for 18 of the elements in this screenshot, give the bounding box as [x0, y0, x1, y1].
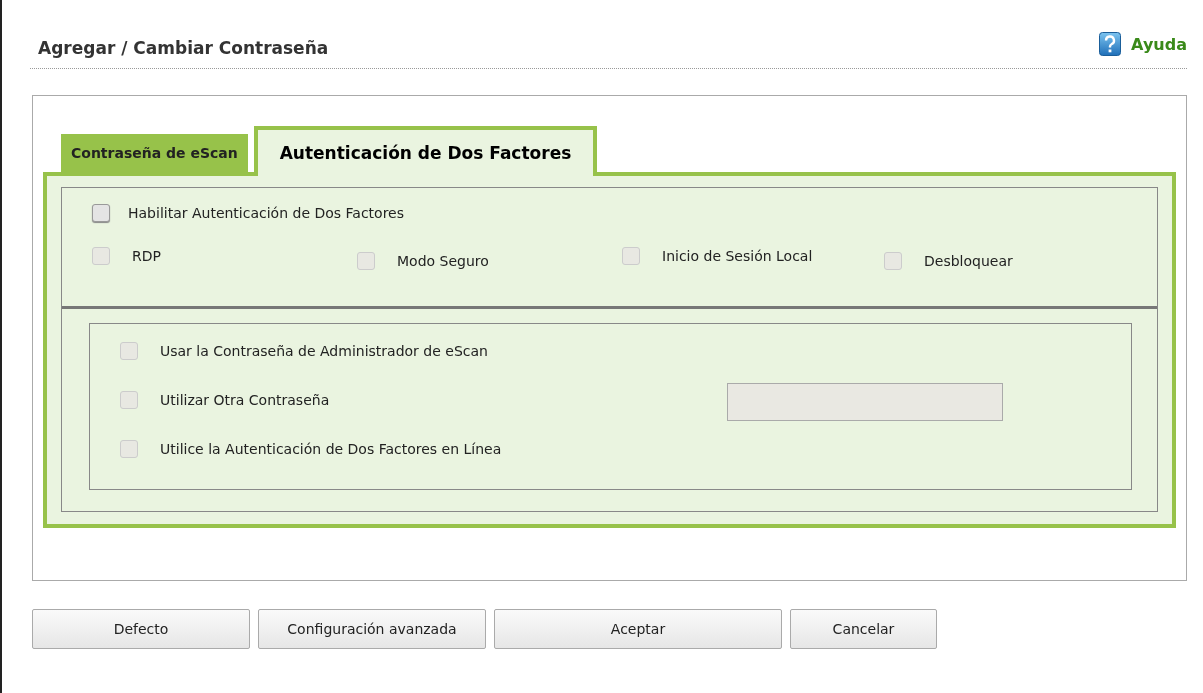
checkbox-label: Desbloquear	[924, 253, 1013, 269]
dialog-button[interactable]: Cancelar	[790, 609, 937, 649]
checkbox[interactable]	[92, 204, 110, 222]
tab[interactable]: Autenticación de Dos Factores	[253, 126, 598, 176]
dialog-button[interactable]: Defecto	[32, 609, 250, 649]
checkbox-label: Modo Seguro	[397, 253, 489, 269]
page-title: Agregar / Cambiar Contraseña	[38, 37, 329, 58]
dialog-button[interactable]: Configuración avanzada	[258, 609, 486, 649]
help-icon[interactable]	[1099, 32, 1122, 56]
checkbox-label: Utilizar Otra Contraseña	[160, 392, 331, 408]
checkbox-label: Utilice la Autenticación de Dos Factores en Línea	[160, 441, 503, 457]
checkbox-label: RDP	[132, 248, 161, 264]
tab[interactable]: Contraseña de eScan	[61, 134, 248, 172]
dialog-button[interactable]: Aceptar	[494, 609, 782, 649]
checkbox-label: Inicio de Sesión Local	[662, 248, 813, 264]
checkbox-label: Usar la Contraseña de Administrador de eScan	[160, 343, 489, 359]
checkbox-label: Habilitar Autenticación de Dos Factores	[128, 205, 404, 221]
help-link[interactable]: Ayuda	[1131, 34, 1187, 54]
